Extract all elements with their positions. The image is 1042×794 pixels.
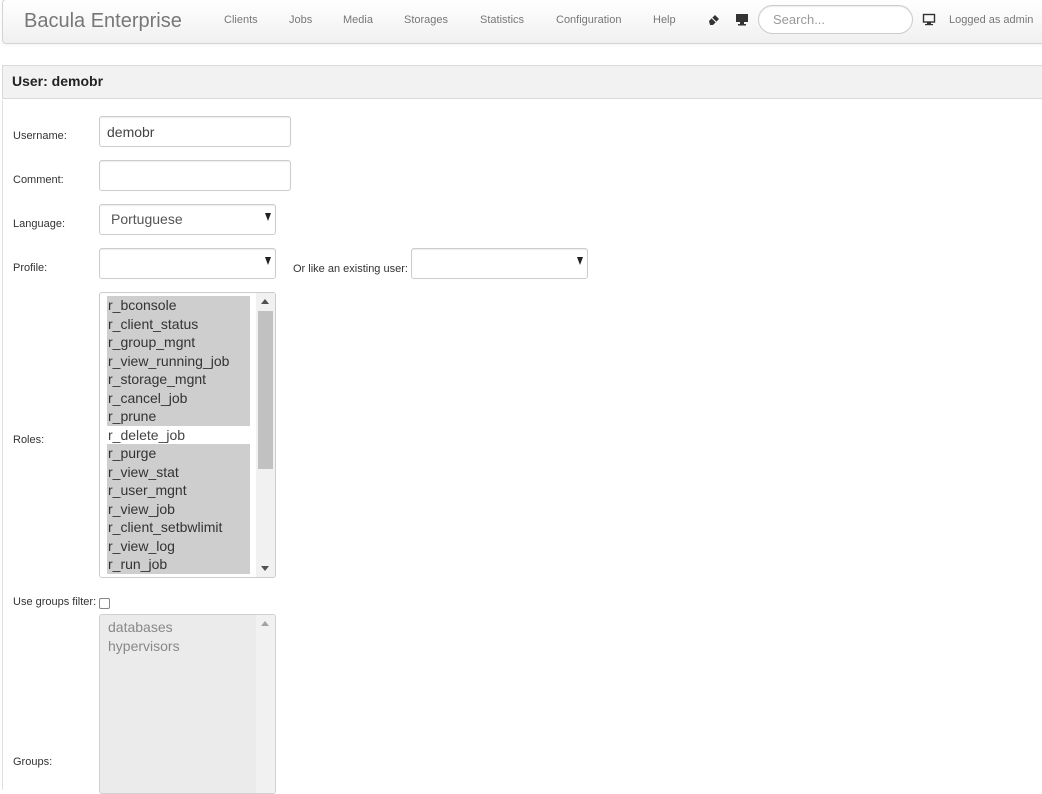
role-option[interactable]: r_user_mgnt — [107, 481, 250, 500]
role-option[interactable]: r_view_job — [107, 499, 250, 518]
role-option[interactable]: r_storage_mgnt — [107, 370, 250, 389]
brand-logo[interactable]: Bacula Enterprise — [24, 9, 182, 33]
scroll-up-icon[interactable] — [261, 621, 269, 626]
language-label: Language: — [13, 218, 65, 230]
role-option[interactable]: r_view_running_job — [107, 351, 250, 370]
scroll-up-icon[interactable] — [261, 299, 269, 304]
role-option[interactable]: r_run_job — [107, 555, 250, 574]
search-input[interactable] — [758, 5, 913, 34]
role-option[interactable]: r_view_stat — [107, 462, 250, 481]
roles-scrollbar[interactable] — [256, 293, 275, 577]
role-option[interactable]: r_client_setbwlimit — [107, 518, 250, 537]
role-option[interactable]: r_purge — [107, 444, 250, 463]
logged-as-label[interactable]: Logged as admin — [949, 13, 1033, 27]
chevron-down-icon — [577, 257, 583, 265]
use-groups-filter-checkbox[interactable] — [99, 598, 110, 609]
page-title: User: demobr — [12, 73, 104, 89]
like-user-label: Or like an existing user: — [293, 263, 408, 275]
comment-field[interactable] — [99, 160, 291, 191]
comment-label: Comment: — [13, 174, 64, 186]
panel-heading: User: demobr — [2, 65, 1042, 99]
nav-jobs[interactable]: Jobs — [289, 13, 312, 27]
profile-select[interactable] — [99, 248, 276, 279]
role-option[interactable]: r_delete_job — [107, 426, 250, 445]
role-option[interactable]: r_cancel_job — [107, 388, 250, 407]
use-groups-filter-label: Use groups filter: — [13, 596, 97, 608]
groups-multiselect[interactable]: databases hypervisors — [99, 614, 276, 794]
username-field[interactable] — [99, 116, 291, 147]
eraser-icon[interactable] — [707, 12, 721, 26]
language-select[interactable]: Portuguese — [99, 204, 276, 235]
role-option[interactable]: r_client_status — [107, 314, 250, 333]
roles-options: r_bconsole r_client_status r_group_mgnt r_v… — [107, 296, 250, 574]
profile-label: Profile: — [13, 262, 48, 274]
chevron-down-icon — [265, 257, 271, 265]
group-option[interactable]: databases — [107, 618, 250, 637]
roles-label: Roles: — [13, 434, 45, 446]
existing-user-select[interactable] — [411, 248, 588, 279]
computer-icon — [922, 12, 936, 26]
groups-scrollbar[interactable] — [256, 615, 275, 793]
role-option[interactable]: r_view_log — [107, 536, 250, 555]
groups-options: databases hypervisors — [107, 618, 250, 655]
nav-help[interactable]: Help — [653, 13, 676, 27]
groups-label: Groups: — [13, 756, 53, 768]
monitor-icon[interactable] — [735, 12, 749, 26]
nav-clients[interactable]: Clients — [224, 13, 258, 27]
nav-statistics[interactable]: Statistics — [480, 13, 524, 27]
username-label: Username: — [13, 130, 67, 142]
nav-configuration[interactable]: Configuration — [556, 13, 621, 27]
role-option[interactable]: r_prune — [107, 407, 250, 426]
group-option[interactable]: hypervisors — [107, 637, 250, 656]
language-selected-value: Portuguese — [111, 211, 183, 227]
nav-storages[interactable]: Storages — [404, 13, 448, 27]
scroll-down-icon[interactable] — [261, 566, 269, 571]
nav-media[interactable]: Media — [343, 13, 373, 27]
roles-multiselect[interactable]: r_bconsole r_client_status r_group_mgnt r_v… — [99, 292, 276, 578]
top-navbar: Bacula Enterprise Clients Jobs Media Sto… — [2, 0, 1042, 44]
role-option[interactable]: r_group_mgnt — [107, 333, 250, 352]
scrollbar-thumb[interactable] — [258, 311, 273, 469]
chevron-down-icon — [265, 213, 271, 221]
role-option[interactable]: r_bconsole — [107, 296, 250, 315]
